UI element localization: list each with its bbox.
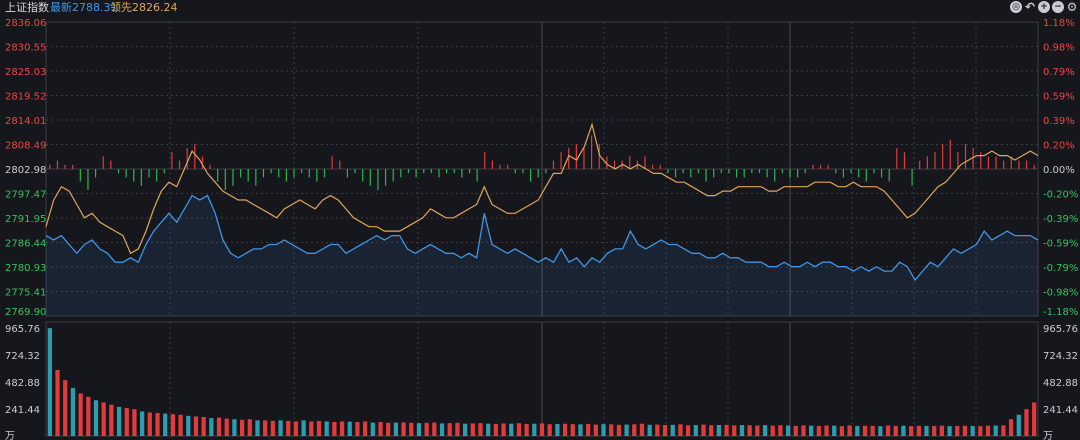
y-tick-label: 2791.95 (5, 214, 46, 225)
volume-tick-label: 482.88 (5, 378, 40, 389)
volume-tick-label: 724.32 (5, 351, 40, 362)
y-tick-label: 2786.44 (5, 239, 46, 250)
y-tick-label: 2825.03 (5, 67, 46, 78)
y-right-tick-label: 0.39% (1043, 116, 1075, 127)
y-right-tick-label: -0.20% (1043, 190, 1078, 201)
y-right-tick-label: -0.79% (1043, 263, 1078, 274)
y-right-tick-label: -0.59% (1043, 239, 1078, 250)
volume-right-tick-label: 482.88 (1043, 378, 1078, 389)
y-right-tick-label: 0.59% (1043, 92, 1075, 103)
volume-right-tick-label: 万 (1043, 431, 1053, 440)
volume-tick-label: 241.44 (5, 405, 40, 416)
y-tick-label: 2836.06 (5, 18, 46, 29)
y-tick-label: 2814.01 (5, 116, 46, 127)
y-tick-label: 2780.93 (5, 263, 46, 274)
y-right-tick-label: 0.79% (1043, 67, 1075, 78)
y-right-tick-label: -1.18% (1043, 307, 1078, 318)
volume-tick-label: 965.76 (5, 324, 40, 335)
y-tick-label: 2819.52 (5, 92, 46, 103)
y-tick-label: 2830.55 (5, 43, 46, 54)
y-right-tick-label: -0.98% (1043, 288, 1078, 299)
volume-right-tick-label: 724.32 (1043, 351, 1078, 362)
y-right-tick-label: 0.20% (1043, 141, 1075, 152)
intraday-chart: 2836.06 1.18% 2830.55 0.98% 2825.03 0.79% 2819… (5, 18, 1078, 440)
y-tick-label: 2797.47 (5, 190, 46, 201)
y-tick-label: 2769.90 (5, 307, 46, 318)
y-right-tick-label: 0.98% (1043, 43, 1075, 54)
y-tick-label: 2775.41 (5, 288, 46, 299)
volume-right-tick-label: 965.76 (1043, 324, 1078, 335)
y-right-tick-label: 0.00% (1043, 165, 1075, 176)
y-right-tick-label: -0.39% (1043, 214, 1078, 225)
y-tick-label: 2802.98 (5, 165, 46, 176)
volume-right-tick-label: 241.44 (1043, 405, 1078, 416)
y-right-tick-label: 1.18% (1043, 18, 1075, 29)
volume-tick-label: 万 (5, 431, 15, 440)
y-tick-label: 2808.49 (5, 141, 46, 152)
